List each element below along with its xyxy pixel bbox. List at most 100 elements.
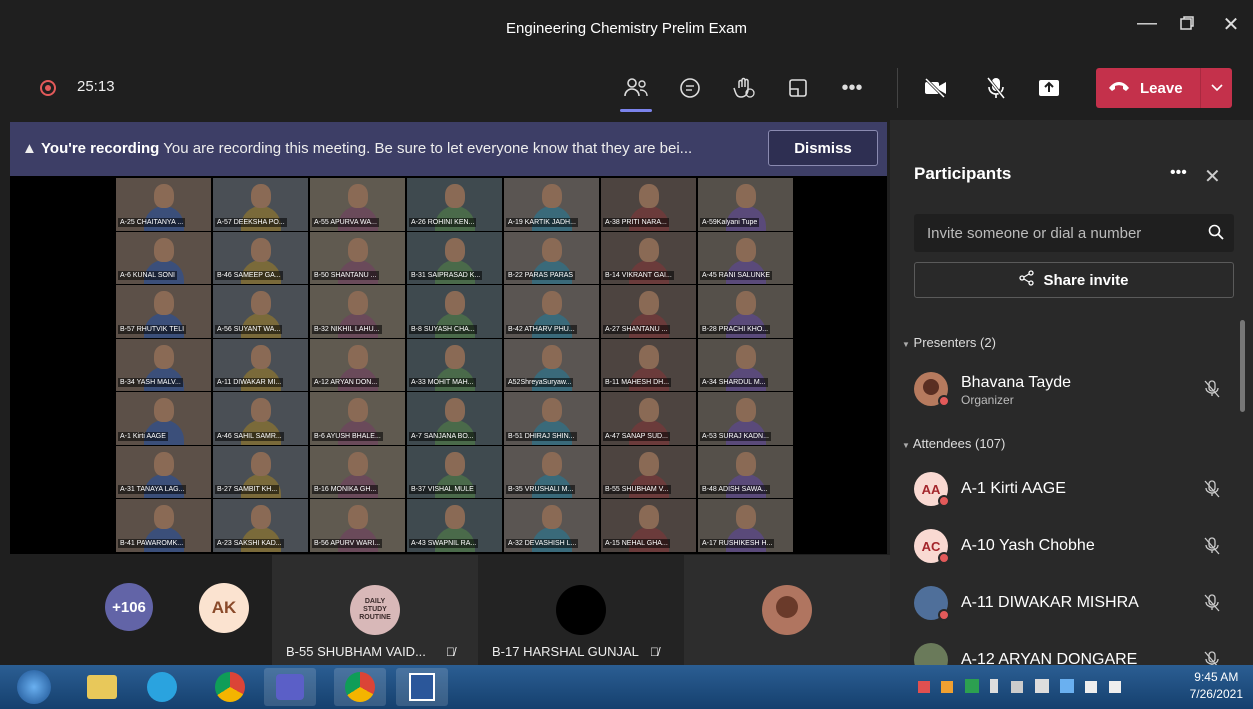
participant-face	[250, 451, 271, 476]
chrome-profile-icon[interactable]	[334, 668, 386, 706]
participant-video-tile[interactable]: B-22 PARAS PARAS	[504, 231, 599, 284]
participant-video-tile[interactable]: A-33 MOHIT MAH...	[407, 338, 502, 391]
participant-name-label: B-22 PARAS PARAS	[506, 271, 576, 280]
participant-video-tile[interactable]: B-55 SHUBHAM V...	[601, 445, 696, 498]
participant-video-tile[interactable]: B-46 SAMEEP GA...	[213, 231, 308, 284]
participant-video-tile[interactable]: A-43 SWAPNIL RA...	[407, 499, 502, 552]
muted-microphone-icon[interactable]	[1204, 480, 1220, 503]
participant-video-tile[interactable]: A-17 RUSHIKESH H...	[698, 499, 793, 552]
start-button-icon[interactable]	[8, 668, 60, 706]
participant-video-tile[interactable]: A-23 SAKSHI KAD...	[213, 499, 308, 552]
participant-video-tile[interactable]: A-25 CHAITANYA ...	[116, 178, 211, 231]
participant-video-tile[interactable]: A-26 ROHINI KEN...	[407, 178, 502, 231]
participant-video-tile[interactable]: A-32 DEVASHISH L...	[504, 499, 599, 552]
participant-video-tile[interactable]: B-11 MAHESH DH...	[601, 338, 696, 391]
participant-video-tile[interactable]: A-56 SUYANT WA...	[213, 285, 308, 338]
participant-video-tile[interactable]: A-45 RANI SALUNKE	[698, 231, 793, 284]
participant-row[interactable]: AC A-10 Yash Chobhe	[914, 525, 1234, 569]
share-screen-icon[interactable]	[1033, 72, 1065, 104]
leave-button[interactable]: Leave	[1096, 68, 1232, 108]
participant-video-tile[interactable]: A-59Kalyani Tupe	[698, 178, 793, 231]
participant-video-tile[interactable]: A-12 ARYAN DON...	[310, 338, 405, 391]
presenters-section-toggle[interactable]: ▼ Presenters (2)	[902, 335, 996, 350]
chrome-icon[interactable]	[204, 668, 256, 706]
participant-row[interactable]: A-11 DIWAKAR MISHRA	[914, 582, 1234, 626]
camera-off-icon[interactable]	[920, 72, 952, 104]
word-icon[interactable]	[396, 668, 448, 706]
participant-video-tile[interactable]: A-47 SANAP SUD...	[601, 392, 696, 445]
participant-video-tile[interactable]: B-50 SHANTANU ...	[310, 231, 405, 284]
panel-more-icon[interactable]: •••	[1170, 164, 1187, 182]
attendees-section-toggle[interactable]: ▼ Attendees (107)	[902, 436, 1005, 451]
participants-toolbar-icon[interactable]	[620, 72, 652, 112]
video-tile[interactable]: DAILY STUDY ROUTINE B-55 SHUBHAM VAID...…	[272, 555, 478, 665]
participant-video-tile[interactable]: B-41 PAWAROMK...	[116, 499, 211, 552]
close-window-icon[interactable]: ✕	[1216, 12, 1246, 37]
participant-video-tile[interactable]: B-8 SUYASH CHA...	[407, 285, 502, 338]
participant-video-tile[interactable]: B-51 DHIRAJ SHIN...	[504, 392, 599, 445]
more-participants-button[interactable]: +106	[105, 583, 153, 631]
invite-input[interactable]	[914, 214, 1194, 252]
system-clock[interactable]: 9:45 AM 7/26/2021	[1190, 669, 1243, 703]
muted-microphone-icon[interactable]	[1204, 594, 1220, 617]
leave-options-chevron-icon[interactable]	[1200, 68, 1232, 108]
telegram-icon[interactable]	[136, 668, 188, 706]
participant-video-tile[interactable]: B-57 RHUTVIK TELI	[116, 285, 211, 338]
more-actions-icon[interactable]: •••	[836, 72, 868, 104]
muted-microphone-icon[interactable]	[1204, 380, 1220, 403]
participant-video-tile[interactable]: B-35 VRUSHALI M...	[504, 445, 599, 498]
participant-video-tile[interactable]: B-14 VIKRANT GAI...	[601, 231, 696, 284]
participant-video-tile[interactable]: A-53 SURAJ KADN...	[698, 392, 793, 445]
participant-name-label: A-34 SHARDUL M...	[700, 378, 768, 387]
participant-video-tile[interactable]: B-37 VISHAL MULE	[407, 445, 502, 498]
participant-video-tile[interactable]: B-48 ADISH SAWA...	[698, 445, 793, 498]
participant-video-tile[interactable]: A-7 SANJANA BO...	[407, 392, 502, 445]
raise-hand-icon[interactable]	[728, 72, 760, 104]
participant-video-tile[interactable]: B-27 SAMBIT KH...	[213, 445, 308, 498]
video-tile[interactable]: B-17 HARSHAL GUNJAL 🎙̸	[478, 555, 684, 665]
search-icon[interactable]	[1208, 224, 1224, 245]
participant-video-tile[interactable]: A-31 TANAYA LAG...	[116, 445, 211, 498]
panel-scrollbar[interactable]	[1240, 320, 1245, 412]
participant-video-tile[interactable]: A-15 NEHAL GHA...	[601, 499, 696, 552]
participant-video-tile[interactable]: B-16 MONIKA GH...	[310, 445, 405, 498]
participant-video-tile[interactable]: A-11 DIWAKAR MI...	[213, 338, 308, 391]
participant-video-tile[interactable]: A-46 SAHIL SAMR...	[213, 392, 308, 445]
participant-face	[444, 184, 465, 208]
participant-video-tile[interactable]: A-57 DEEKSHA PO...	[213, 178, 308, 231]
video-tile[interactable]	[684, 555, 890, 665]
participant-video-tile[interactable]: A-55 APURVA WA...	[310, 178, 405, 231]
participant-video-tile[interactable]: B-42 ATHARV PHU...	[504, 285, 599, 338]
participant-name-label: B-27 SAMBIT KH...	[215, 485, 280, 494]
participant-video-tile[interactable]: B-28 PRACHI KHO...	[698, 285, 793, 338]
participant-video-tile[interactable]: B-6 AYUSH BHALE...	[310, 392, 405, 445]
participant-video-tile[interactable]: A-34 SHARDUL M...	[698, 338, 793, 391]
participant-name-label: B-37 VISHAL MULE	[409, 485, 476, 494]
muted-microphone-icon[interactable]	[1204, 537, 1220, 560]
minimize-icon[interactable]: —	[1132, 12, 1162, 35]
breakout-rooms-icon[interactable]	[782, 72, 814, 104]
participant-video-tile[interactable]: A-1 Kirti AAGE	[116, 392, 211, 445]
chat-icon[interactable]	[674, 72, 706, 104]
participant-video-tile[interactable]: B-34 YASH MALV...	[116, 338, 211, 391]
dismiss-button[interactable]: Dismiss	[768, 130, 878, 166]
tray-icons[interactable]	[918, 679, 1121, 696]
microphone-off-icon[interactable]	[980, 72, 1012, 104]
participant-video-tile[interactable]: A-6 KUNAL SONI	[116, 231, 211, 284]
close-panel-icon[interactable]: ✕	[1204, 164, 1221, 189]
share-invite-button[interactable]: Share invite	[914, 262, 1234, 298]
participant-video-tile[interactable]: A-19 KARTIK JADH...	[504, 178, 599, 231]
participant-video-tile[interactable]: B-32 NIKHIL LAHU...	[310, 285, 405, 338]
restore-icon[interactable]	[1172, 14, 1202, 37]
participant-video-tile[interactable]: A-38 PRITI NARA...	[601, 178, 696, 231]
participant-row[interactable]: AA A-1 Kirti AAGE	[914, 468, 1234, 512]
participant-row-presenter[interactable]: Bhavana Tayde Organizer	[914, 368, 1234, 412]
participant-video-tile[interactable]: B-31 SAIPRASAD K...	[407, 231, 502, 284]
teams-icon[interactable]	[264, 668, 316, 706]
participant-video-tile[interactable]: A52ShreyaSuryaw...	[504, 338, 599, 391]
invite-search-box[interactable]	[914, 214, 1234, 252]
participant-name-label: B-51 DHIRAJ SHIN...	[506, 431, 577, 441]
participant-video-tile[interactable]: B-56 APURV WARI...	[310, 499, 405, 552]
participant-video-tile[interactable]: A-27 SHANTANU ...	[601, 285, 696, 338]
file-explorer-icon[interactable]	[76, 668, 128, 706]
